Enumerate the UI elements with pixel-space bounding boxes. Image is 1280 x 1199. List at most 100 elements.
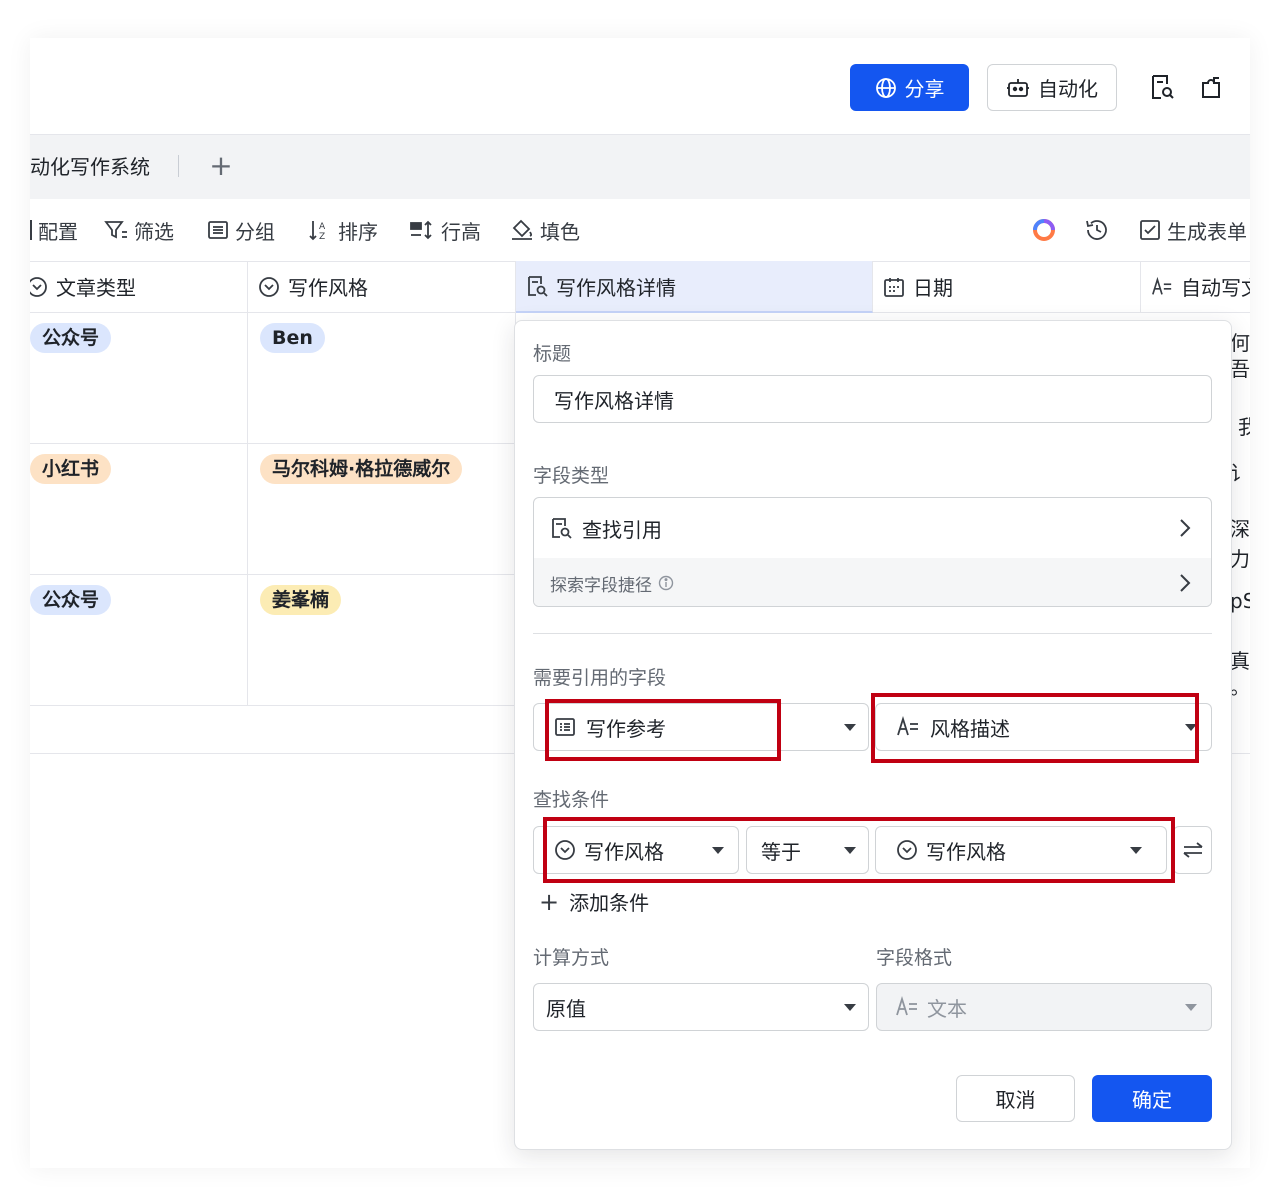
paint-bucket-icon <box>512 219 533 240</box>
field-type-label: 字段类型 <box>533 465 610 487</box>
column-header-label: 自动写文 <box>1181 276 1250 300</box>
clipped-text: 何 <box>1230 331 1250 355</box>
column-header-writing-style[interactable]: 写作风格 <box>248 261 516 313</box>
tag-writing-style: 姜峯楠 <box>260 585 342 615</box>
table-cell[interactable]: 马尔科姆·格拉德威尔 <box>248 444 516 575</box>
field-type-selector[interactable]: 查找引用 探索字段捷径 <box>533 497 1212 607</box>
group-icon <box>208 221 228 239</box>
row-height-icon <box>410 220 432 240</box>
share-label: 分享 <box>904 77 945 101</box>
explore-shortcut-label: 探索字段捷径 <box>550 575 652 596</box>
row-height-button[interactable]: 行高 <box>409 216 481 244</box>
text-ai-icon <box>1152 276 1172 295</box>
highlight-box <box>543 817 1175 883</box>
condition-label: 查找条件 <box>533 789 610 811</box>
clipped-text: 深 <box>1230 517 1250 541</box>
clipped-text: 。 <box>1230 675 1250 699</box>
explore-shortcut-row[interactable]: 探索字段捷径 <box>534 558 1211 606</box>
automation-button[interactable]: 自动化 <box>987 64 1117 111</box>
clipped-text: 我 <box>1238 415 1250 439</box>
generate-form-label: 生成表单 <box>1167 219 1247 244</box>
clipped-text: 吾 <box>1230 357 1250 381</box>
cancel-label: 取消 <box>995 1088 1036 1112</box>
row-height-label: 行高 <box>441 219 481 244</box>
chevron-right-icon <box>1180 574 1191 592</box>
cancel-button[interactable]: 取消 <box>956 1075 1075 1122</box>
filter-button[interactable]: 筛选 <box>104 216 174 244</box>
column-header-date[interactable]: 日期 <box>873 261 1141 313</box>
table-cell[interactable]: 姜峯楠 <box>248 575 516 706</box>
title-input[interactable]: 写作风格详情 <box>533 375 1212 423</box>
svg-text:A: A <box>319 222 326 232</box>
table-cell[interactable]: 小红书 <box>30 444 248 575</box>
ref-fields-label: 需要引用的字段 <box>533 667 667 689</box>
group-label: 分组 <box>235 219 275 244</box>
tab-divider <box>178 155 179 177</box>
table-cell[interactable]: Ben <box>248 313 516 444</box>
tag-article-type: 公众号 <box>30 323 112 353</box>
svg-text:Z: Z <box>319 232 325 242</box>
column-header-label: 文章类型 <box>56 276 136 300</box>
tag-article-type: 公众号 <box>30 585 112 615</box>
info-icon <box>658 575 674 591</box>
single-select-icon <box>30 276 47 297</box>
app-window: 分享 自动化 动化写作系统 + 配置 筛选 分组 A Z 排序 行高 填色 生成… <box>30 38 1250 1168</box>
field-type-row[interactable]: 查找引用 <box>534 498 1211 558</box>
field-config-dialog: 标题 写作风格详情 字段类型 查找引用 探索字段捷径 需要引用的字段 写作参考 <box>514 320 1232 1150</box>
tag-writing-style: 马尔科姆·格拉德威尔 <box>260 454 463 484</box>
config-button[interactable]: 配置 <box>30 216 78 244</box>
robot-icon <box>1007 78 1029 97</box>
globe-icon <box>875 77 896 98</box>
column-header-auto-write[interactable]: 自动写文 <box>1141 261 1250 313</box>
plugin-icon[interactable] <box>1197 72 1227 102</box>
tag-writing-style: Ben <box>260 323 325 353</box>
generate-form-button[interactable]: 生成表单 <box>1139 216 1247 244</box>
history-icon <box>1086 220 1107 240</box>
table-cell[interactable]: 公众号 <box>30 313 248 444</box>
document-search-icon[interactable] <box>1147 72 1177 102</box>
highlight-box <box>871 693 1199 763</box>
view-toolbar: 配置 筛选 分组 AZ 排序 行高 填色 生成表单 <box>30 199 1250 262</box>
dropdown-arrow-icon <box>844 724 856 731</box>
plus-icon: + <box>539 887 560 916</box>
group-button[interactable]: 分组 <box>207 216 275 244</box>
calc-method-select[interactable]: 原值 <box>533 983 869 1031</box>
divider <box>533 633 1212 634</box>
tab-writing-system[interactable]: 动化写作系统 <box>30 135 150 199</box>
fill-color-button[interactable]: 填色 <box>510 216 580 244</box>
single-select-icon <box>259 276 279 297</box>
filter-icon <box>104 221 127 239</box>
fill-label: 填色 <box>540 219 580 244</box>
share-button[interactable]: 分享 <box>850 64 969 111</box>
calc-method-value: 原值 <box>546 996 586 1021</box>
swap-button[interactable] <box>1173 826 1212 874</box>
add-tab-button[interactable]: + <box>206 149 236 183</box>
text-field-icon <box>896 996 917 1016</box>
config-label: 配置 <box>38 219 78 244</box>
ai-assistant-button[interactable] <box>1031 216 1057 244</box>
chevron-right-icon <box>1180 519 1191 537</box>
table-cell[interactable]: 公众号 <box>30 575 248 706</box>
clipped-text: 讠 <box>1230 461 1250 485</box>
column-header-article-type[interactable]: 文章类型 <box>30 261 248 313</box>
top-bar: 分享 自动化 <box>30 38 1250 135</box>
config-icon-fragment <box>30 220 32 240</box>
table-tab-bar: 动化写作系统 + <box>30 135 1250 199</box>
field-format-select[interactable]: 文本 <box>876 983 1212 1031</box>
history-button[interactable] <box>1084 216 1110 244</box>
calendar-icon <box>884 277 904 297</box>
ai-ring-icon <box>1033 219 1055 241</box>
sort-button[interactable]: AZ 排序 <box>308 216 378 244</box>
add-condition-button[interactable]: + 添加条件 <box>539 887 649 916</box>
column-header-label: 写作风格 <box>288 276 368 300</box>
add-condition-label: 添加条件 <box>569 891 650 915</box>
sort-label: 排序 <box>338 219 378 244</box>
dropdown-arrow-icon <box>1185 1004 1197 1011</box>
column-header-style-details[interactable]: 写作风格详情 <box>516 261 873 313</box>
field-format-value: 文本 <box>927 996 967 1021</box>
dropdown-arrow-icon <box>844 1004 856 1011</box>
confirm-button[interactable]: 确定 <box>1092 1075 1212 1122</box>
swap-icon <box>1182 842 1203 858</box>
filter-label: 筛选 <box>134 219 174 244</box>
clipped-text: 力 <box>1230 547 1250 571</box>
